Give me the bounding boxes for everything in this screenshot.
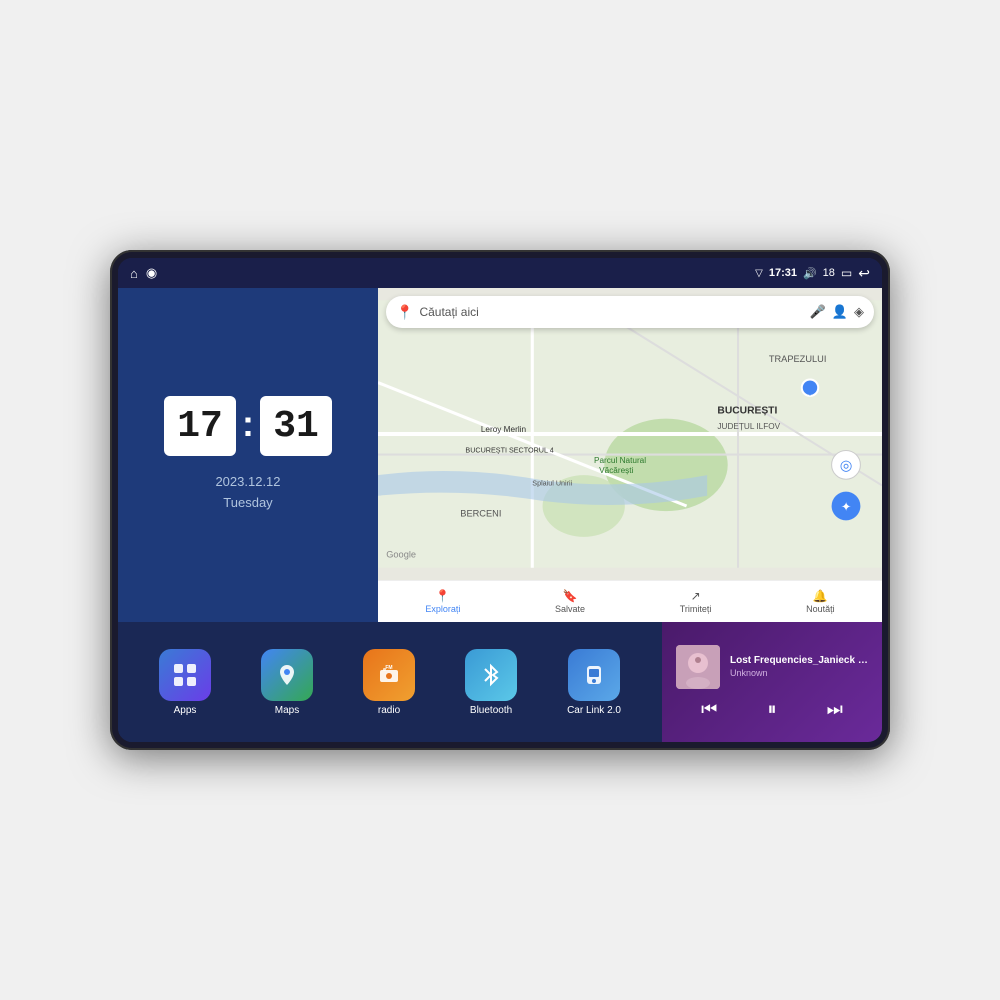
- bottom-section: Apps Maps: [118, 622, 882, 742]
- app-item-radio[interactable]: FM radio: [363, 649, 415, 716]
- send-label: Trimiteți: [680, 604, 712, 614]
- apps-label: Apps: [174, 705, 197, 716]
- bluetooth-label: Bluetooth: [470, 705, 512, 716]
- svg-text:◎: ◎: [840, 458, 853, 474]
- maps-icon: [261, 649, 313, 701]
- explore-icon: 📍: [435, 589, 450, 603]
- status-bar: ⌂ ◉ ▽ 17:31 🔊 18 ▭ ↩: [118, 258, 882, 288]
- map-tab-explore[interactable]: 📍 Explorați: [425, 589, 460, 614]
- map-search-text: Căutați aici: [419, 305, 478, 319]
- clock-colon: :: [242, 403, 254, 445]
- svg-text:BERCENI: BERCENI: [460, 508, 501, 518]
- home-nav-icon[interactable]: ⌂: [130, 266, 138, 281]
- status-left: ⌂ ◉: [130, 265, 157, 281]
- send-icon: ↗: [691, 589, 701, 603]
- prev-button[interactable]: ⏮: [701, 699, 717, 720]
- battery-level: 18: [823, 267, 835, 279]
- next-button[interactable]: ⏭: [827, 699, 843, 720]
- svg-text:FM: FM: [385, 665, 392, 671]
- clock-date: 2023.12.12 Tuesday: [215, 472, 280, 514]
- map-tab-saved[interactable]: 🔖 Salvate: [555, 589, 585, 614]
- news-icon: 🔔: [813, 589, 828, 603]
- radio-icon: FM: [363, 649, 415, 701]
- app-item-apps[interactable]: Apps: [159, 649, 211, 716]
- carlink-label: Car Link 2.0: [567, 705, 621, 716]
- explore-label: Explorați: [425, 604, 460, 614]
- map-widget[interactable]: 📍 Căutați aici 🎤 👤 ◈: [378, 288, 882, 622]
- voice-search-icon[interactable]: 🎤: [810, 304, 826, 320]
- map-search-bar[interactable]: 📍 Căutați aici 🎤 👤 ◈: [386, 296, 874, 328]
- clock-display: 17 : 31: [164, 396, 332, 456]
- clock-hour: 17: [164, 396, 236, 456]
- maps-label: Maps: [275, 705, 299, 716]
- app-item-carlink[interactable]: Car Link 2.0: [567, 649, 621, 716]
- svg-text:Leroy Merlin: Leroy Merlin: [481, 425, 527, 434]
- apps-section: Apps Maps: [118, 622, 662, 742]
- svg-text:Splaiul Unirii: Splaiul Unirii: [532, 478, 572, 487]
- saved-icon: 🔖: [563, 589, 578, 603]
- bluetooth-icon: [465, 649, 517, 701]
- play-pause-button[interactable]: ⏸: [767, 699, 776, 720]
- svg-text:Văcărești: Văcărești: [599, 466, 633, 475]
- news-label: Noutăți: [806, 604, 835, 614]
- map-tab-send[interactable]: ↗ Trimiteți: [680, 589, 712, 614]
- music-info: Lost Frequencies_Janieck Devy-... Unknow…: [730, 655, 868, 678]
- svg-text:Google: Google: [386, 549, 416, 559]
- back-icon[interactable]: ↩: [858, 265, 870, 282]
- radio-label: radio: [378, 705, 400, 716]
- music-player: Lost Frequencies_Janieck Devy-... Unknow…: [662, 622, 882, 742]
- maps-nav-icon[interactable]: ◉: [146, 265, 157, 281]
- main-content: 17 : 31 2023.12.12 Tuesday 📍 Căutați aic…: [118, 288, 882, 742]
- music-top: Lost Frequencies_Janieck Devy-... Unknow…: [676, 645, 868, 689]
- svg-text:BUCUREȘTI SECTORUL 4: BUCUREȘTI SECTORUL 4: [465, 446, 553, 455]
- volume-icon: 🔊: [803, 267, 817, 280]
- layers-icon[interactable]: ◈: [854, 304, 864, 320]
- saved-label: Salvate: [555, 604, 585, 614]
- app-item-maps[interactable]: Maps: [261, 649, 313, 716]
- status-time: 17:31: [769, 267, 797, 279]
- account-icon[interactable]: 👤: [832, 304, 848, 320]
- svg-text:Parcul Natural: Parcul Natural: [594, 456, 646, 465]
- svg-text:JUDEȚUL ILFOV: JUDEȚUL ILFOV: [717, 422, 780, 431]
- device-screen: ⌂ ◉ ▽ 17:31 🔊 18 ▭ ↩ 17 :: [118, 258, 882, 742]
- music-thumbnail: [676, 645, 720, 689]
- svg-text:BUCUREȘTI: BUCUREȘTI: [717, 405, 777, 416]
- music-controls: ⏮ ⏸ ⏭: [676, 699, 868, 720]
- map-search-pin-icon: 📍: [396, 304, 413, 321]
- status-right: ▽ 17:31 🔊 18 ▭ ↩: [755, 265, 870, 282]
- signal-icon: ▽: [755, 268, 763, 279]
- map-area[interactable]: BUCUREȘTI JUDEȚUL ILFOV BERCENI TRAPEZUL…: [378, 288, 882, 580]
- carlink-icon: [568, 649, 620, 701]
- apps-icon: [159, 649, 211, 701]
- map-tab-news[interactable]: 🔔 Noutăți: [806, 589, 835, 614]
- battery-icon: ▭: [841, 266, 852, 280]
- app-item-bluetooth[interactable]: Bluetooth: [465, 649, 517, 716]
- top-section: 17 : 31 2023.12.12 Tuesday 📍 Căutați aic…: [118, 288, 882, 622]
- music-artist: Unknown: [730, 668, 868, 678]
- music-title: Lost Frequencies_Janieck Devy-...: [730, 655, 868, 666]
- device-frame: ⌂ ◉ ▽ 17:31 🔊 18 ▭ ↩ 17 :: [110, 250, 890, 750]
- clock-widget: 17 : 31 2023.12.12 Tuesday: [118, 288, 378, 622]
- svg-text:✦: ✦: [841, 500, 851, 514]
- clock-minute: 31: [260, 396, 332, 456]
- svg-text:TRAPEZULUI: TRAPEZULUI: [769, 354, 827, 364]
- map-bottom-bar: 📍 Explorați 🔖 Salvate ↗ Trimiteți 🔔: [378, 580, 882, 622]
